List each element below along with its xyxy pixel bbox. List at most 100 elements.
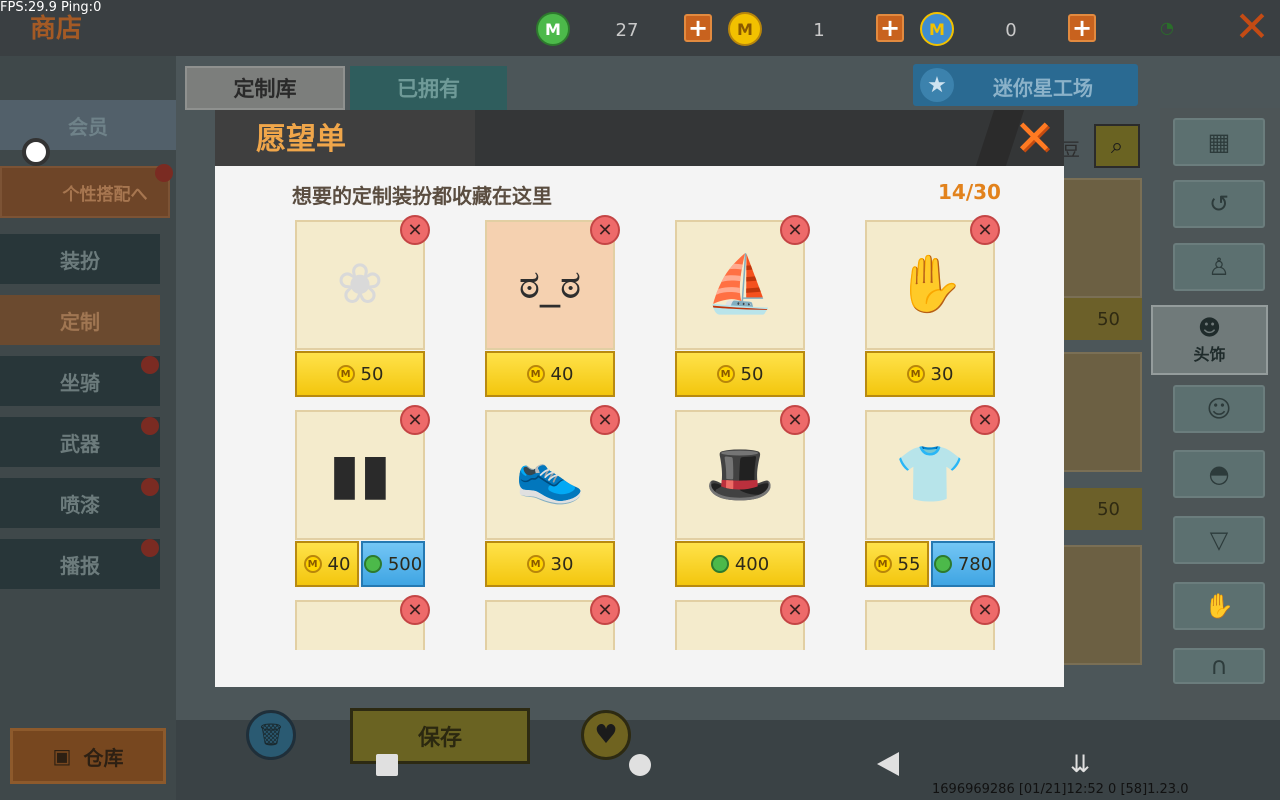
shop-title: 商店 bbox=[30, 14, 83, 44]
warehouse-button[interactable]: ▣ 仓库 bbox=[10, 728, 166, 784]
price-gem[interactable]: 780 bbox=[931, 541, 995, 587]
wishlist-item[interactable]: 👟 ✕ M 30 bbox=[470, 405, 620, 595]
sidebar-item-mount[interactable]: 坐骑 bbox=[0, 356, 160, 406]
nav-home-icon[interactable] bbox=[629, 754, 651, 776]
gold-coin-icon: M bbox=[728, 12, 762, 46]
gloves-icon[interactable]: ✋ bbox=[1173, 582, 1265, 630]
price-value: 780 bbox=[957, 553, 993, 575]
black-shorts-icon: ▮▮ bbox=[329, 442, 391, 507]
price-coin[interactable]: M 55 bbox=[865, 541, 929, 587]
grid-view-icon[interactable]: ▦ bbox=[1173, 118, 1265, 166]
price-coin[interactable]: M 50 bbox=[295, 351, 425, 397]
gold-coin-icon: M bbox=[526, 555, 545, 573]
wishlist-item[interactable]: 🎩 ✕ 400 bbox=[660, 405, 810, 595]
price-coin[interactable]: M 50 bbox=[675, 351, 805, 397]
floating-ball-icon[interactable] bbox=[22, 138, 50, 166]
notification-dot bbox=[141, 478, 159, 496]
sidebar-item-custom[interactable]: 定制 bbox=[0, 295, 160, 345]
price-gem[interactable]: 500 bbox=[361, 541, 425, 587]
category-label: 头饰 bbox=[1193, 344, 1226, 364]
currency-coin-value: 1 bbox=[813, 20, 825, 41]
price-value: 50 bbox=[360, 363, 384, 385]
trash-icon[interactable]: 🗑 bbox=[246, 710, 296, 760]
gold-coin-icon: M bbox=[526, 365, 545, 383]
sidebar-item-label: 坐骑 bbox=[60, 370, 100, 395]
nav-back-icon[interactable] bbox=[877, 752, 899, 776]
wishlist-item[interactable]: ✕ bbox=[280, 595, 430, 650]
close-icon[interactable]: ✕ bbox=[1010, 110, 1058, 166]
history-icon[interactable]: ↺ bbox=[1173, 180, 1265, 228]
grumpy-face-icon: ಠ_ಠ bbox=[518, 262, 582, 308]
price-value: 50 bbox=[740, 363, 764, 385]
close-shop-icon[interactable]: ✕ bbox=[1232, 2, 1272, 51]
gold-coin-icon: M bbox=[303, 555, 322, 573]
green-gem-icon bbox=[933, 555, 952, 573]
bunny-hair-icon: ❀ bbox=[336, 252, 384, 317]
wishlist-grid: ❀ ✕ M 50 ಠ_ಠ ✕ M 40 ⛵ ✕ M 50 ✋ ✕ M 30 ▮▮ ✕ M… bbox=[280, 215, 1020, 650]
tab-owned[interactable]: 已拥有 bbox=[350, 66, 507, 110]
wishlist-item[interactable]: ✋ ✕ M 30 bbox=[850, 215, 1000, 405]
price-coin[interactable]: M 40 bbox=[295, 541, 359, 587]
remove-item-icon[interactable]: ✕ bbox=[780, 405, 810, 435]
sidebar-item-label: 个性搭配へ bbox=[62, 184, 148, 205]
remove-item-icon[interactable]: ✕ bbox=[970, 215, 1000, 245]
wishlist-item[interactable]: ✕ bbox=[660, 595, 810, 650]
price-coin[interactable]: M 30 bbox=[865, 351, 995, 397]
outfit-set-icon[interactable]: ♙ bbox=[1173, 243, 1265, 291]
remove-item-icon[interactable]: ✕ bbox=[780, 595, 810, 625]
wishlist-item[interactable]: ❀ ✕ M 50 bbox=[280, 215, 430, 405]
remove-item-icon[interactable]: ✕ bbox=[400, 405, 430, 435]
pants-icon[interactable]: ∩ bbox=[1173, 648, 1265, 684]
wishlist-item[interactable]: 👕 ✕ M 55 780 bbox=[850, 405, 1000, 595]
paw-gloves-icon: ✋ bbox=[895, 252, 965, 317]
remove-item-icon[interactable]: ✕ bbox=[400, 215, 430, 245]
sidebar-item-broadcast[interactable]: 播报 bbox=[0, 539, 160, 589]
face-icon[interactable]: ☺ bbox=[1173, 385, 1265, 433]
sailor-shirt-icon: ⛵ bbox=[705, 252, 775, 317]
remove-item-icon[interactable]: ✕ bbox=[970, 595, 1000, 625]
price-coin[interactable]: M 30 bbox=[485, 541, 615, 587]
green-gem-icon bbox=[710, 555, 729, 573]
mini-star-coin-icon: M bbox=[920, 12, 954, 46]
nav-expand-icon[interactable]: ⇊ bbox=[1070, 750, 1090, 778]
remove-item-icon[interactable]: ✕ bbox=[400, 595, 430, 625]
mask-icon[interactable]: ◓ bbox=[1173, 450, 1265, 498]
search-icon[interactable]: ⌕ bbox=[1094, 124, 1140, 168]
notification-dot bbox=[141, 539, 159, 557]
dialog-description: 想要的定制装扮都收藏在这里 bbox=[292, 184, 552, 208]
currency-gem-value: 27 bbox=[615, 20, 639, 41]
remove-item-icon[interactable]: ✕ bbox=[590, 595, 620, 625]
wishlist-item[interactable]: ಠ_ಠ ✕ M 40 bbox=[470, 215, 620, 405]
sidebar-item-spray[interactable]: 喷漆 bbox=[0, 478, 160, 528]
sidebar-item-weapon[interactable]: 武器 bbox=[0, 417, 160, 467]
wishlist-count: 14/30 bbox=[938, 180, 1001, 204]
nav-recent-apps-icon[interactable] bbox=[376, 754, 398, 776]
wishlist-item[interactable]: ⛵ ✕ M 50 bbox=[660, 215, 810, 405]
workshop-label: 迷你星工场 bbox=[993, 76, 1093, 100]
add-star-coin-button[interactable]: + bbox=[1068, 14, 1096, 42]
add-gem-button[interactable]: + bbox=[684, 14, 712, 42]
remove-item-icon[interactable]: ✕ bbox=[970, 405, 1000, 435]
remove-item-icon[interactable]: ✕ bbox=[590, 405, 620, 435]
sidebar-item-label: 喷漆 bbox=[60, 492, 100, 517]
sidebar-item-label: 装扮 bbox=[60, 248, 100, 273]
wishlist-item[interactable]: ▮▮ ✕ M 40 500 bbox=[280, 405, 430, 595]
wishlist-item[interactable]: ✕ bbox=[850, 595, 1000, 650]
price-gem[interactable]: 400 bbox=[675, 541, 805, 587]
sidebar-item-dress-up[interactable]: 装扮 bbox=[0, 234, 160, 284]
tab-custom-library[interactable]: 定制库 bbox=[185, 66, 345, 110]
search-hint-text: 豆 bbox=[1062, 140, 1080, 161]
price-value: 400 bbox=[734, 553, 770, 575]
wishlist-heart-icon[interactable]: ♥ bbox=[581, 710, 631, 760]
remove-item-icon[interactable]: ✕ bbox=[780, 215, 810, 245]
shirt-icon[interactable]: ▽ bbox=[1173, 516, 1265, 564]
sidebar-item-label: 播报 bbox=[60, 553, 100, 578]
wifi-signal-icon: ◔ bbox=[1160, 18, 1174, 37]
sidebar-item-outfit-collocation[interactable]: 个性搭配へ bbox=[0, 166, 170, 218]
add-coin-button[interactable]: + bbox=[876, 14, 904, 42]
remove-item-icon[interactable]: ✕ bbox=[590, 215, 620, 245]
price-coin[interactable]: M 40 bbox=[485, 351, 615, 397]
green-gem-icon bbox=[363, 555, 382, 573]
category-head-accessory[interactable]: ☻ 头饰 bbox=[1151, 305, 1268, 375]
wishlist-item[interactable]: ✕ bbox=[470, 595, 620, 650]
